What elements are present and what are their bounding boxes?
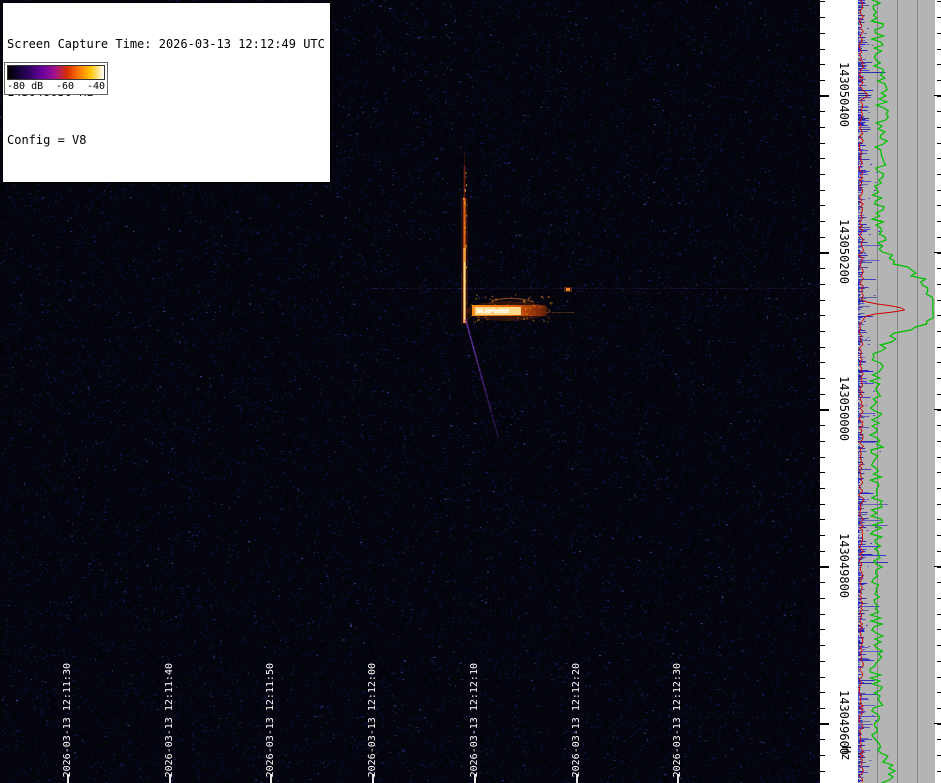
colorbar-legend: -80 dB -60 -40 [4, 62, 108, 95]
freq-axis-unit: Hz [839, 746, 853, 760]
time-axis-label: 2026-03-13 12:12:10 [469, 663, 481, 777]
colorbar-label-max: -40 [87, 81, 105, 92]
time-axis-label: 2026-03-13 12:12:00 [367, 663, 379, 777]
freq-axis-label: 143049800 [837, 533, 851, 598]
colorbar-labels: -80 dB -60 -40 [7, 80, 105, 92]
colorbar-gradient [7, 65, 105, 80]
colorbar-label-mid: -60 [56, 81, 74, 92]
time-axis-label: 2026-03-13 12:11:50 [265, 663, 277, 777]
spectrogram-screen: Screen Capture Time: 2026-03-13 12:12:49… [0, 0, 941, 783]
time-axis-label: 2026-03-13 12:12:20 [571, 663, 583, 777]
freq-axis-label: 143050000 [837, 376, 851, 441]
colorbar-label-min: -80 dB [7, 81, 43, 92]
capture-config-text: Config = V8 [7, 132, 325, 148]
time-axis-label: 2026-03-13 12:11:40 [164, 663, 176, 777]
freq-axis-label: 143050400 [837, 62, 851, 127]
capture-time-text: Screen Capture Time: 2026-03-13 12:12:49… [7, 36, 325, 52]
freq-axis-label: 143050200 [837, 219, 851, 284]
time-axis-label: 2026-03-13 12:12:30 [672, 663, 684, 777]
time-axis-label: 2026-03-13 12:11:30 [62, 663, 74, 777]
